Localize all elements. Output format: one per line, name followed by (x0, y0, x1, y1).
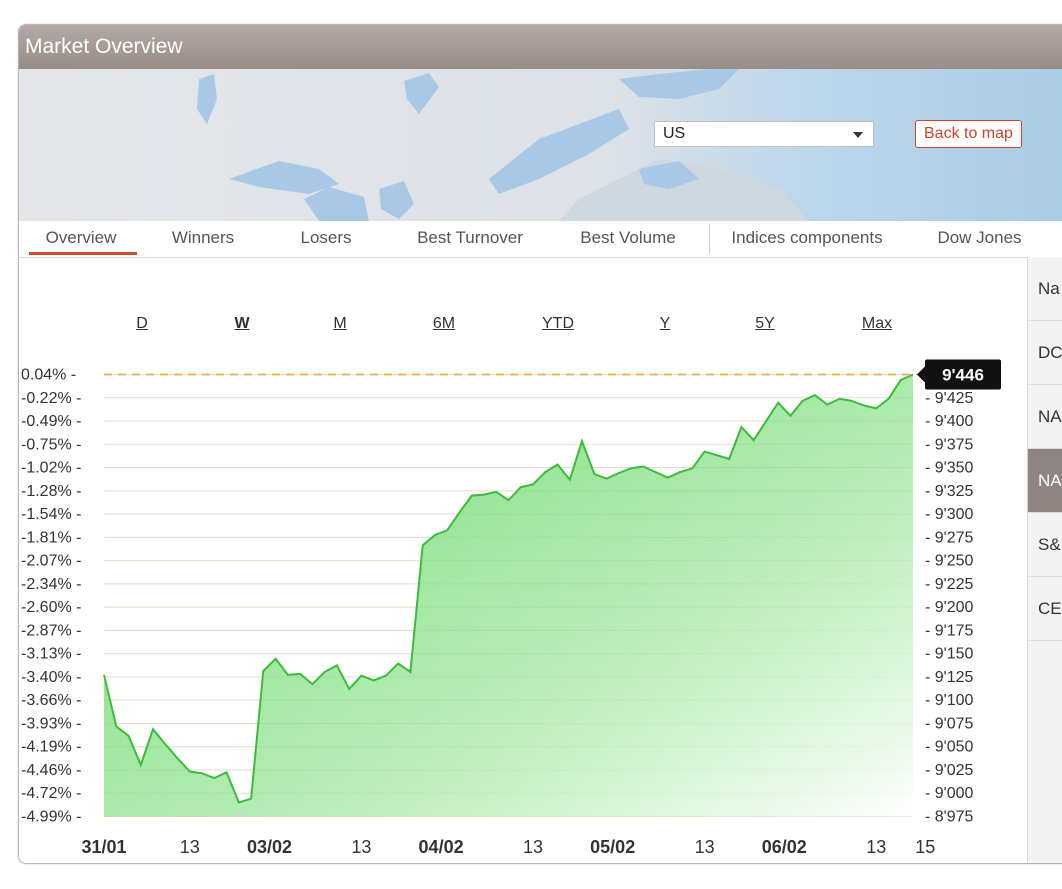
y-right-tick-label: - 9'175 (925, 622, 974, 639)
y-right-tick-label: - 9'150 (925, 646, 974, 663)
y-left-tick-label: -0.22% - (21, 390, 81, 407)
y-left-tick-label: -1.81% - (21, 529, 81, 546)
callout-pointer (917, 366, 925, 383)
index-list-item[interactable]: DC (1028, 321, 1062, 385)
index-list-item[interactable]: CE (1028, 577, 1062, 641)
y-right-tick-label: - 9'025 (925, 762, 974, 779)
x-tick-label: 06/02 (762, 837, 807, 857)
x-tick-label: 04/02 (419, 837, 464, 857)
y-right-tick-label: - 9'325 (925, 483, 974, 500)
x-tick-label: 31/01 (81, 837, 126, 857)
x-tick-label: 13 (351, 837, 371, 857)
y-left-tick-label: 0.04% - (21, 367, 76, 384)
y-left-tick-label: -4.46% - (21, 762, 81, 779)
y-left-tick-label: -3.93% - (21, 715, 81, 732)
x-tick-label: 13 (866, 837, 886, 857)
y-right-tick-label: - 9'200 (925, 599, 974, 616)
x-tick-label: 13 (695, 837, 715, 857)
index-list-item[interactable]: S& (1028, 513, 1062, 577)
x-tick-label: 15 (915, 837, 935, 857)
y-right-tick-label: - 9'075 (925, 715, 974, 732)
y-right-tick-label: - 9'400 (925, 413, 974, 430)
y-right-tick-label: - 9'125 (925, 669, 974, 686)
y-right-tick-label: - 9'275 (925, 529, 974, 546)
y-left-tick-label: -4.99% - (21, 809, 81, 826)
x-tick-label: 13 (523, 837, 543, 857)
index-list-header: Na (1028, 257, 1062, 321)
x-tick-label: 13 (180, 837, 200, 857)
y-left-tick-label: -3.13% - (21, 646, 81, 663)
y-left-tick-label: -4.19% - (21, 739, 81, 756)
y-left-tick-label: -1.54% - (21, 506, 81, 523)
y-right-tick-label: - 9'050 (925, 739, 974, 756)
y-right-tick-label: - 9'000 (925, 785, 974, 802)
y-left-tick-label: -0.49% - (21, 413, 81, 430)
y-left-tick-label: -0.75% - (21, 436, 81, 453)
index-chart[interactable]: 0.04% - -0.22% - -0.49% - -0.75% - -1.02% - -… (19, 25, 1029, 863)
y-left-tick-label: -3.66% - (21, 692, 81, 709)
y-left-tick-label: -3.40% - (21, 669, 81, 686)
y-right-tick-label: - 9'250 (925, 553, 974, 570)
y-left-tick-label: -1.02% - (21, 460, 81, 477)
y-right-tick-label: - 9'375 (925, 436, 974, 453)
y-left-tick-label: -4.72% - (21, 785, 81, 802)
series-area (104, 374, 913, 817)
x-tick-label: 03/02 (247, 837, 292, 857)
y-right-tick-label: - 8'975 (925, 809, 974, 826)
index-list: Na DC NA NA S& CE (1027, 257, 1062, 863)
y-left-tick-label: -2.07% - (21, 553, 81, 570)
y-left-tick-label: -1.28% - (21, 483, 81, 500)
y-left-tick-label: -2.87% - (21, 622, 81, 639)
index-list-item[interactable]: NA (1028, 385, 1062, 449)
y-right-tick-label: - 9'425 (925, 390, 974, 407)
market-overview-widget: Market Overview US Back to map Overview … (18, 24, 1062, 864)
x-tick-label: 05/02 (590, 837, 635, 857)
y-right-tick-label: - 9'300 (925, 506, 974, 523)
current-value-label: 9'446 (942, 366, 984, 385)
index-list-item-selected[interactable]: NA (1028, 449, 1062, 513)
y-left-tick-label: -2.34% - (21, 576, 81, 593)
y-left-tick-label: -2.60% - (21, 599, 81, 616)
y-right-tick-label: - 9'225 (925, 576, 974, 593)
y-right-tick-label: - 9'100 (925, 692, 974, 709)
y-right-tick-label: - 9'350 (925, 460, 974, 477)
